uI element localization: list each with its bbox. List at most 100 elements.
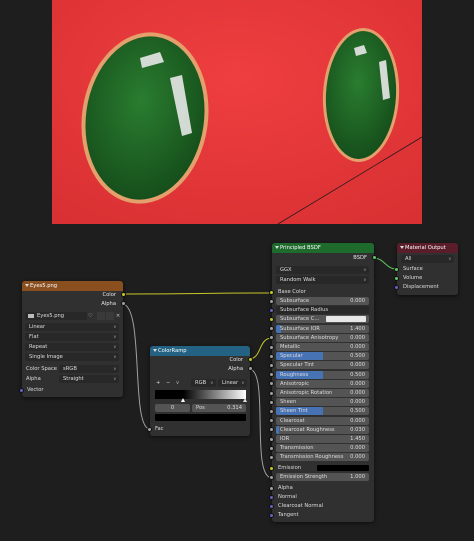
bsdf-field-label: Specular xyxy=(280,353,303,360)
emission-color-swatch[interactable] xyxy=(317,465,369,471)
tangent-socket[interactable] xyxy=(269,513,274,518)
bsdf-field-socket[interactable] xyxy=(269,390,274,396)
bsdf-field-label: Metallic xyxy=(280,344,301,350)
bsdf-field[interactable]: Subsurface IOR 1.400 xyxy=(276,324,369,333)
bsdf-field-label: Clearcoat xyxy=(280,417,305,424)
bsdf-field-value: 0.000 xyxy=(350,399,365,406)
bsdf-field[interactable]: Clearcoat 0.000 xyxy=(276,416,369,425)
bsdf-field-socket[interactable] xyxy=(269,362,274,368)
bsdf-field-socket[interactable] xyxy=(269,344,274,350)
extension-dropdown[interactable]: Repeat xyxy=(25,343,119,351)
fac-socket[interactable] xyxy=(147,427,152,432)
stop-position-label: Pos xyxy=(196,405,205,411)
emission-strength-socket[interactable] xyxy=(269,475,274,480)
bsdf-output-socket[interactable] xyxy=(372,255,377,260)
surface-socket[interactable] xyxy=(394,267,399,272)
bsdf-field[interactable]: Specular Tint 0.000 xyxy=(276,361,369,370)
output-target-dropdown[interactable]: All xyxy=(401,255,454,263)
image-selector[interactable]: Eyes5.png xyxy=(25,312,87,320)
bsdf-field-label: Sheen Tint xyxy=(280,408,308,415)
subsurface-method-dropdown[interactable]: Random Walk xyxy=(276,276,369,284)
bsdf-field[interactable]: Subsurface C... xyxy=(276,315,369,324)
bsdf-field[interactable]: Sheen Tint 0.500 xyxy=(276,407,369,416)
image-node-header[interactable]: Eyes5.png xyxy=(22,281,123,291)
color-space-dropdown[interactable]: sRGB xyxy=(59,365,119,373)
bsdf-field[interactable]: Metallic 0.000 xyxy=(276,343,369,351)
distribution-dropdown[interactable]: GGX xyxy=(276,266,369,274)
bsdf-field[interactable]: Transmission Roughness 0.000 xyxy=(276,453,369,462)
folder-icon[interactable] xyxy=(106,312,114,320)
output-header[interactable]: Material Output xyxy=(397,243,458,253)
colorramp-alpha-socket[interactable] xyxy=(248,366,253,371)
bsdf-field-socket[interactable] xyxy=(269,298,274,304)
chevron-down-icon[interactable]: v xyxy=(176,379,179,387)
duplicate-icon[interactable] xyxy=(97,312,105,320)
colorramp-node[interactable]: ColorRamp Color Alpha + − v RGB Linear 0… xyxy=(147,346,253,436)
bsdf-field-socket[interactable] xyxy=(269,326,274,332)
ramp-stop-black[interactable] xyxy=(181,398,185,402)
projection-dropdown[interactable]: Flat xyxy=(25,333,119,341)
bsdf-field-socket[interactable] xyxy=(269,427,274,433)
bsdf-field[interactable]: Subsurface Radius xyxy=(276,306,369,315)
bsdf-field-socket[interactable] xyxy=(269,436,274,442)
volume-socket[interactable] xyxy=(394,276,399,281)
emission-socket[interactable] xyxy=(269,466,274,471)
colorramp-color-socket[interactable] xyxy=(248,357,253,362)
bsdf-field-socket[interactable] xyxy=(269,307,274,313)
bsdf-field[interactable]: Transmission 0.000 xyxy=(276,444,369,453)
base-color-socket[interactable] xyxy=(269,290,274,295)
bsdf-field[interactable]: Roughness 0.500 xyxy=(276,370,369,379)
vector-socket[interactable] xyxy=(19,388,24,393)
image-texture-node[interactable]: Eyes5.png Color Alpha Eyes5.png ♡ × Line… xyxy=(19,281,126,397)
color-mode-dropdown[interactable]: RGB xyxy=(191,379,216,387)
image-color-socket[interactable] xyxy=(121,292,126,297)
bsdf-field-socket[interactable] xyxy=(269,408,274,414)
volume-label: Volume xyxy=(403,275,423,281)
stop-position-field[interactable]: Pos 0.314 xyxy=(192,404,246,412)
alpha-mode-dropdown[interactable]: Straight xyxy=(59,375,119,383)
image-alpha-socket[interactable] xyxy=(121,301,126,306)
material-output-node[interactable]: Material Output All Surface Volume Displ… xyxy=(394,243,458,295)
bsdf-field-value: 0.000 xyxy=(350,298,365,304)
bsdf-field[interactable]: Subsurface 0.000 xyxy=(276,297,369,305)
normal-socket[interactable] xyxy=(269,495,274,500)
ramp-stop-white[interactable] xyxy=(243,398,247,402)
subsurface-color-swatch[interactable] xyxy=(326,316,366,323)
stop-color-swatch[interactable] xyxy=(155,414,246,421)
bsdf-field-socket[interactable] xyxy=(269,372,274,378)
alpha-socket[interactable] xyxy=(269,486,274,491)
clearcoat-normal-socket[interactable] xyxy=(269,504,274,509)
bsdf-field-socket[interactable] xyxy=(269,381,274,387)
bsdf-field-socket[interactable] xyxy=(269,445,274,451)
displacement-socket[interactable] xyxy=(394,285,399,290)
emission-strength-field[interactable]: Emission Strength 1.000 xyxy=(276,473,369,481)
color-ramp-gradient[interactable] xyxy=(155,390,246,399)
bsdf-field-socket[interactable] xyxy=(269,454,274,460)
bsdf-field[interactable]: Specular 0.500 xyxy=(276,352,369,361)
displacement-label: Displacement xyxy=(403,284,439,290)
stop-index-field[interactable]: 0 xyxy=(155,404,190,412)
remove-stop-button[interactable]: − xyxy=(166,379,170,387)
bsdf-field[interactable]: Sheen 0.000 xyxy=(276,398,369,407)
bsdf-field[interactable]: IOR 1.450 xyxy=(276,435,369,443)
ramp-interp-dropdown[interactable]: Linear xyxy=(218,379,247,387)
interpolation-dropdown[interactable]: Linear xyxy=(25,323,119,331)
colorramp-header[interactable]: ColorRamp xyxy=(150,346,250,356)
fake-user-icon[interactable]: ♡ xyxy=(88,312,96,320)
principled-bsdf-node[interactable]: Principled BSDF BSDF GGX Random Walk Bas… xyxy=(269,243,377,522)
bsdf-field[interactable]: Anisotropic 0.000 xyxy=(276,379,369,388)
bsdf-field-socket[interactable] xyxy=(269,399,274,405)
bsdf-field-socket[interactable] xyxy=(269,335,274,341)
add-stop-button[interactable]: + xyxy=(156,379,160,387)
bsdf-field[interactable]: Subsurface Anisotropy 0.000 xyxy=(276,333,369,342)
unlink-icon[interactable]: × xyxy=(114,312,122,320)
bsdf-header[interactable]: Principled BSDF xyxy=(272,243,374,253)
bsdf-field-value: 0.000 xyxy=(350,380,365,387)
bsdf-field-socket[interactable] xyxy=(269,316,274,322)
bsdf-field-socket[interactable] xyxy=(269,353,274,359)
bsdf-field[interactable]: Anisotropic Rotation 0.000 xyxy=(276,389,369,397)
bsdf-field-label: IOR xyxy=(280,436,290,442)
bsdf-field-socket[interactable] xyxy=(269,418,274,424)
source-dropdown[interactable]: Single Image xyxy=(25,353,119,361)
bsdf-field[interactable]: Clearcoat Roughness 0.030 xyxy=(276,425,369,434)
